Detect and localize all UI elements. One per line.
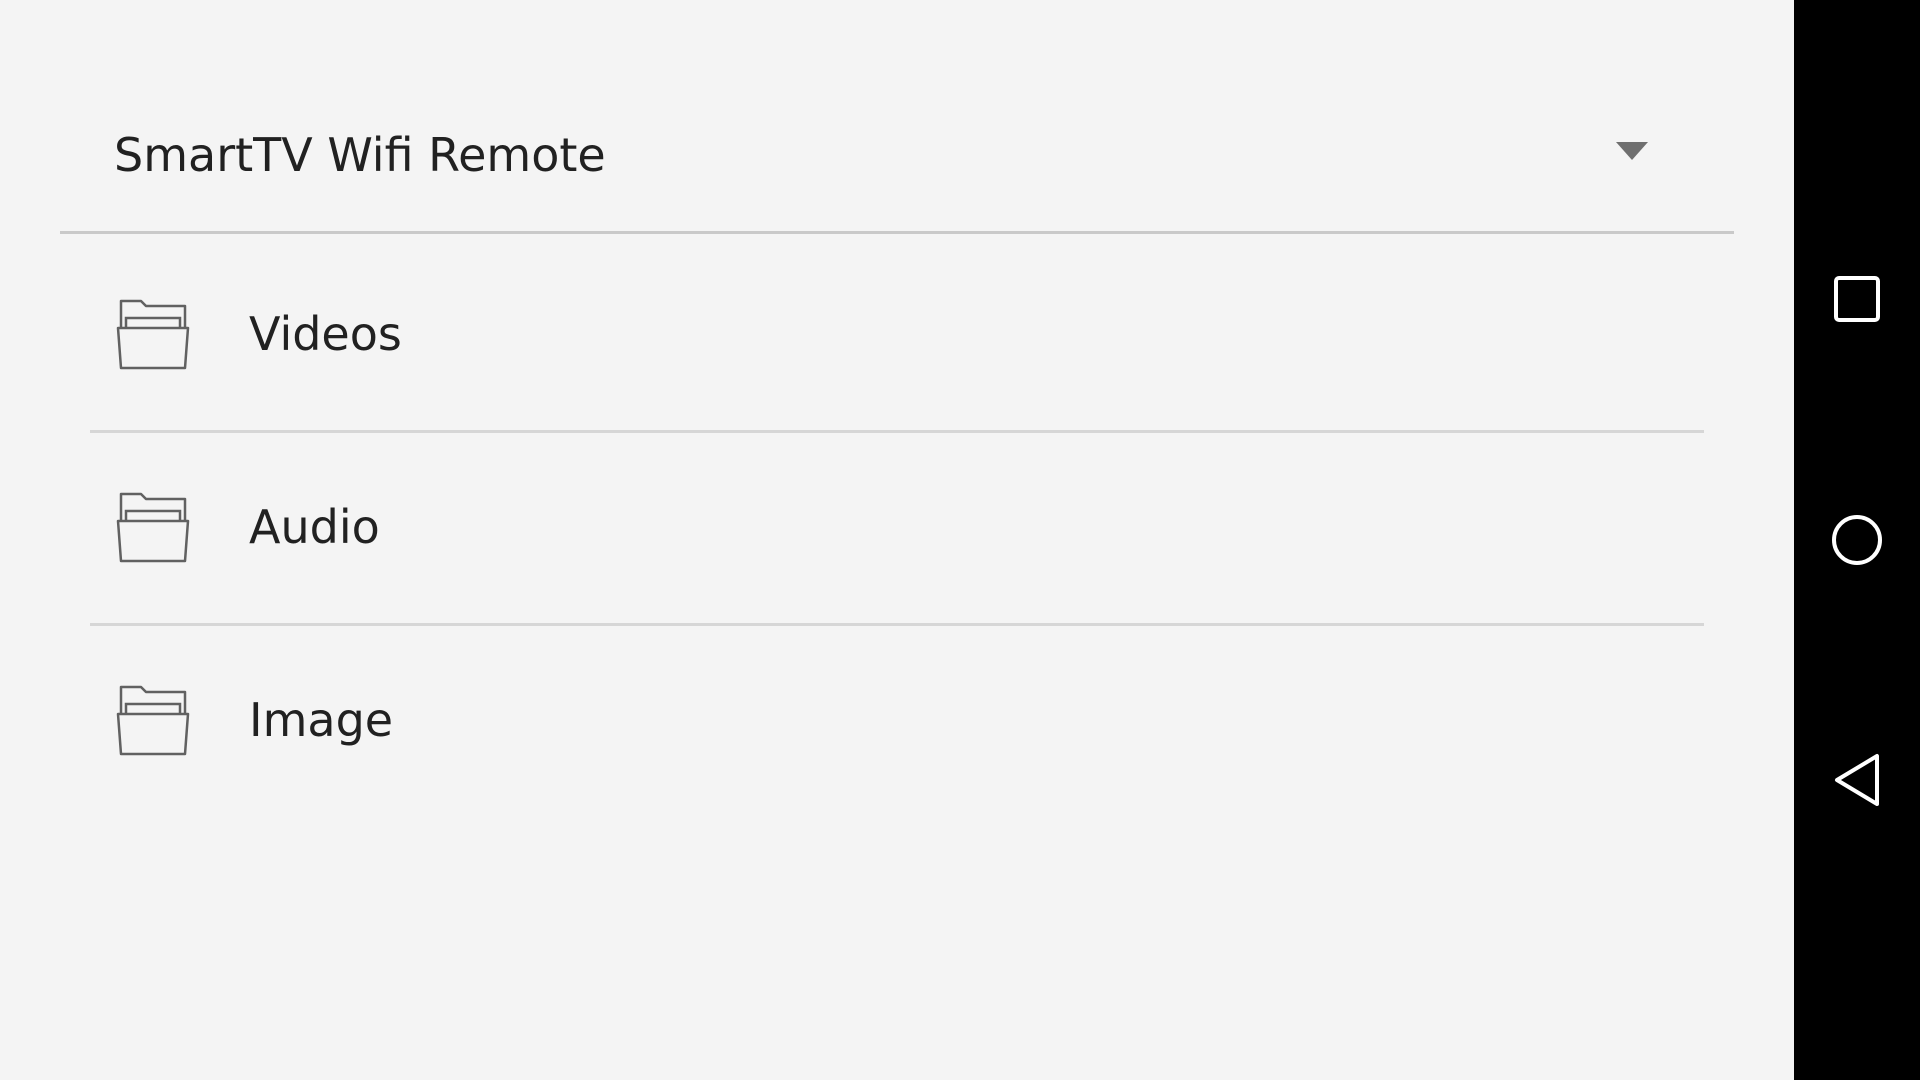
folder-open-icon <box>116 299 190 370</box>
folder-item-label: Audio <box>249 500 380 554</box>
circle-icon[interactable] <box>1827 510 1887 570</box>
folder-item-label: Image <box>249 693 394 747</box>
square-icon[interactable] <box>1827 270 1887 330</box>
folder-item-image[interactable]: Image <box>90 626 1704 819</box>
system-navigation-bar <box>1794 0 1920 1080</box>
app-content: SmartTV Wifi Remote Videos Audio Image <box>0 0 1794 1080</box>
triangle-back-icon[interactable] <box>1827 750 1887 810</box>
folder-open-icon <box>116 492 190 563</box>
folder-open-icon <box>116 685 190 756</box>
device-selector-dropdown[interactable]: SmartTV Wifi Remote <box>60 90 1734 234</box>
folder-list: Videos Audio Image <box>90 240 1704 819</box>
folder-item-videos[interactable]: Videos <box>90 240 1704 433</box>
screen: SmartTV Wifi Remote Videos Audio Image <box>0 0 1920 1080</box>
folder-item-audio[interactable]: Audio <box>90 433 1704 626</box>
device-selector-label: SmartTV Wifi Remote <box>114 128 606 182</box>
dropdown-arrow-icon <box>1616 142 1648 160</box>
folder-item-label: Videos <box>249 307 402 361</box>
